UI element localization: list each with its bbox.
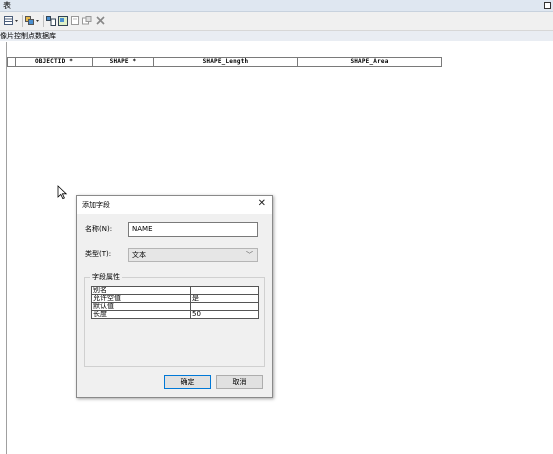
- property-key: 长度: [91, 310, 191, 319]
- close-icon[interactable]: ✕: [258, 198, 266, 210]
- zoom-to-selected-icon[interactable]: [82, 16, 93, 26]
- table-row[interactable]: 允许空值 是: [91, 294, 259, 303]
- property-value[interactable]: 是: [190, 294, 259, 303]
- table-tab-strip: 像片控制点数据库: [0, 31, 553, 41]
- table-tab[interactable]: 像片控制点数据库: [0, 31, 56, 41]
- column-header-shape-area[interactable]: SHAPE_Area: [298, 57, 442, 67]
- table-toolbar: [0, 12, 553, 31]
- column-header-objectid[interactable]: OBJECTID *: [16, 57, 93, 67]
- field-properties-label: 字段属性: [90, 272, 122, 282]
- property-key: 允许空值: [91, 294, 191, 303]
- delete-selected-icon[interactable]: [96, 16, 105, 26]
- row-selector-header[interactable]: [7, 57, 16, 67]
- column-header-shape-length[interactable]: SHAPE_Length: [154, 57, 298, 67]
- table-row[interactable]: 长度 50: [91, 310, 259, 319]
- name-label: 名称(N):: [85, 225, 113, 233]
- field-properties-table: 别名 允许空值 是 默认值 长度 50: [91, 286, 259, 319]
- property-key: 别名: [91, 286, 191, 295]
- clear-selection-icon[interactable]: [71, 16, 81, 26]
- type-label: 类型(T):: [85, 250, 112, 258]
- property-value[interactable]: 50: [190, 310, 259, 319]
- property-value[interactable]: [190, 286, 259, 295]
- column-header-shape[interactable]: SHAPE *: [93, 57, 154, 67]
- related-tables-icon[interactable]: [25, 16, 41, 26]
- property-key: 默认值: [91, 302, 191, 311]
- dialog-titlebar: 添加字段 ✕: [77, 196, 272, 214]
- name-field[interactable]: NAME: [128, 222, 258, 237]
- grid-header: OBJECTID * SHAPE * SHAPE_Length SHAPE_Ar…: [7, 57, 442, 67]
- type-select[interactable]: 文本 ﹀: [128, 248, 258, 262]
- field-properties-group: 字段属性 别名 允许空值 是 默认值 长度 50: [84, 272, 265, 367]
- window-title: 表: [3, 1, 11, 10]
- property-value[interactable]: [190, 302, 259, 311]
- table-row[interactable]: 别名: [91, 286, 259, 295]
- table-window-titlebar: 表: [0, 0, 553, 12]
- dialog-title: 添加字段: [82, 201, 110, 209]
- select-by-attributes-icon[interactable]: [46, 16, 56, 26]
- cancel-button[interactable]: 取消: [216, 375, 263, 389]
- maximize-icon[interactable]: [544, 2, 551, 9]
- mouse-pointer-icon: [57, 185, 68, 202]
- table-options-icon[interactable]: [4, 16, 20, 26]
- switch-selection-icon[interactable]: [58, 16, 68, 26]
- chevron-down-icon: ﹀: [246, 251, 253, 259]
- table-row[interactable]: 默认值: [91, 302, 259, 311]
- type-select-value: 文本: [132, 251, 146, 259]
- ok-button[interactable]: 确定: [164, 375, 211, 389]
- add-field-dialog: 添加字段 ✕ 名称(N): NAME 类型(T): 文本 ﹀ 字段属性 别名 允…: [76, 195, 273, 398]
